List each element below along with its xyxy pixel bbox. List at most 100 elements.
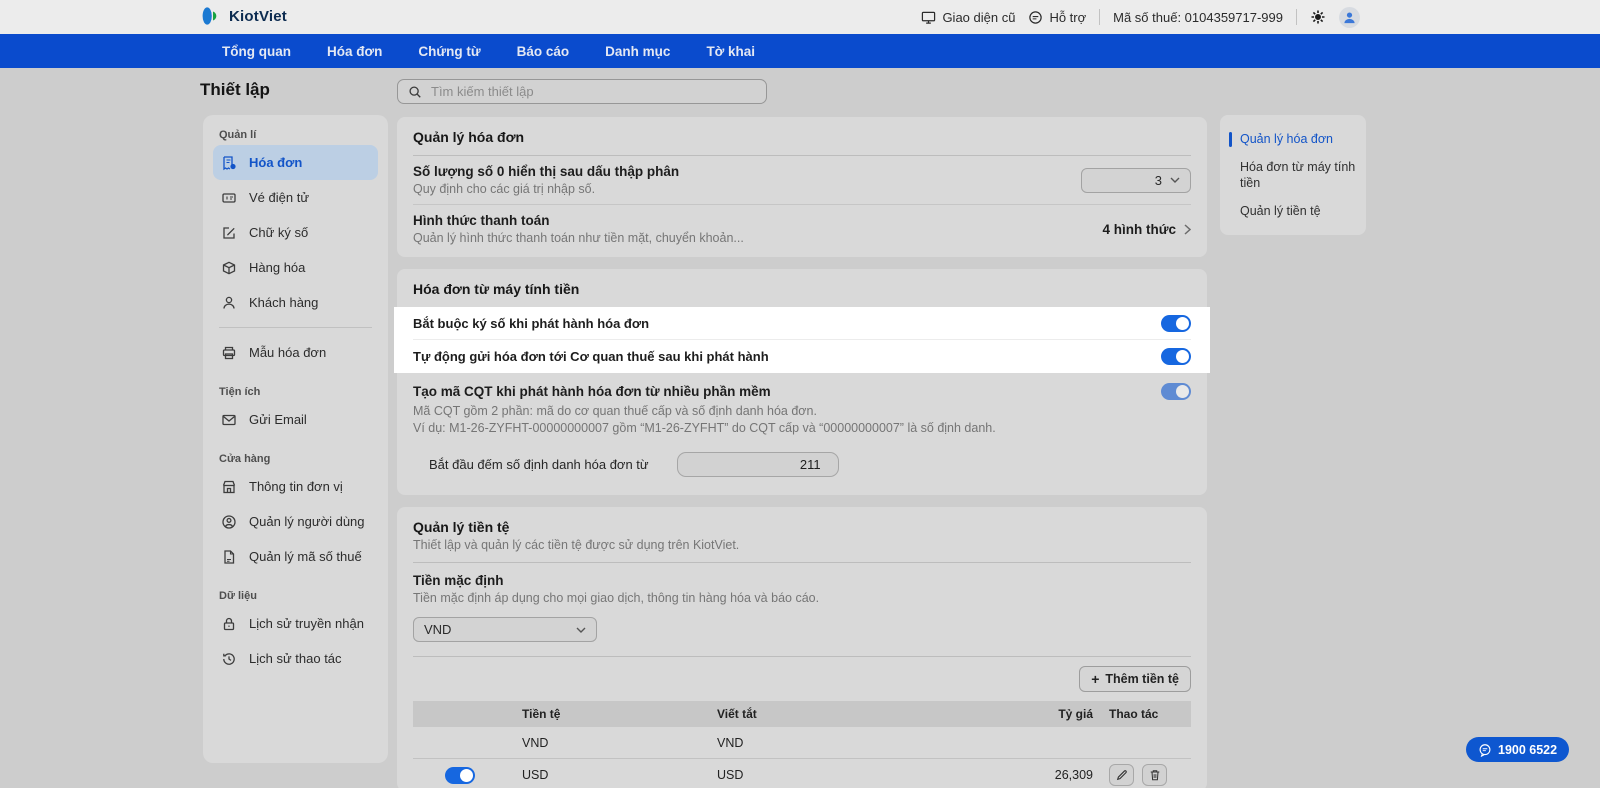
nav-tong-quan[interactable]: Tổng quan — [222, 44, 291, 59]
sidebar-item-chu-ky-so[interactable]: Chữ ký số — [213, 215, 378, 250]
help-chat-icon — [1028, 10, 1043, 25]
tax-code-label: Mã số thuế: 0104359717-999 — [1113, 10, 1283, 25]
main-navbar: Tổng quan Hóa đơn Chứng từ Báo cáo Danh … — [0, 34, 1600, 68]
sidebar-item-gui-email[interactable]: Gửi Email — [213, 402, 378, 437]
section-quan-ly-tien-te: Quản lý tiền tệ Thiết lập và quản lý các… — [397, 507, 1207, 788]
sidebar-item-khach-hang[interactable]: Khách hàng — [213, 285, 378, 320]
email-icon — [221, 412, 237, 428]
divider — [1296, 9, 1297, 25]
sidebar-item-hang-hoa[interactable]: Hàng hóa — [213, 250, 378, 285]
default-currency-desc: Tiền mặc định áp dụng cho mọi giao dịch,… — [413, 591, 1191, 605]
setting-title: Hình thức thanh toán — [413, 213, 744, 228]
sidebar-divider — [219, 327, 372, 328]
highlighted-settings: Bắt buộc ký số khi phát hành hóa đơn Tự … — [394, 307, 1210, 373]
section-hoa-don-may-tinh-tien: Hóa đơn từ máy tính tiền Bắt buộc ký số … — [397, 269, 1207, 495]
user-avatar[interactable] — [1339, 7, 1360, 28]
default-currency-select[interactable]: VND — [413, 617, 597, 642]
lock-icon — [221, 616, 237, 632]
help-link[interactable]: Hỗ trợ — [1028, 10, 1086, 25]
payment-methods-link[interactable]: 4 hình thức — [1102, 222, 1191, 237]
sidebar-item-label: Chữ ký số — [249, 225, 308, 240]
divider — [413, 656, 1191, 657]
user-circle-icon — [221, 514, 237, 530]
customer-icon — [221, 295, 237, 311]
sidebar-item-thong-tin-don-vi[interactable]: Thông tin đơn vị — [213, 469, 378, 504]
hotline-chat-button[interactable]: 1900 6522 — [1466, 737, 1569, 762]
sidebar-item-label: Quản lý mã số thuế — [249, 549, 362, 564]
divider — [1099, 9, 1100, 25]
sidebar-group-du-lieu: Dữ liệu — [213, 590, 378, 602]
search-icon — [408, 85, 422, 99]
sidebar-item-label: Quản lý người dùng — [249, 514, 365, 529]
edit-currency-button[interactable] — [1109, 764, 1134, 786]
signature-icon — [221, 225, 237, 241]
settings-main: Quản lý hóa đơn Số lượng số 0 hiển thị s… — [397, 117, 1207, 788]
plus-icon: + — [1091, 672, 1099, 686]
setting-desc: Quy định cho các giá trị nhập số. — [413, 182, 679, 196]
toggle-usd-enabled[interactable] — [445, 767, 475, 784]
store-icon — [221, 479, 237, 495]
trash-icon — [1149, 769, 1161, 781]
kiotviet-logo[interactable]: KiotViet — [200, 5, 287, 27]
section-quan-ly-hoa-don: Quản lý hóa đơn Số lượng số 0 hiển thị s… — [397, 117, 1207, 257]
invoice-icon — [221, 155, 237, 171]
sidebar-item-mau-hoa-don[interactable]: Mẫu hóa đơn — [213, 335, 378, 370]
col-thao-tac: Thao tác — [1093, 707, 1191, 721]
chevron-right-icon — [1184, 224, 1191, 235]
setting-title: Tự động gửi hóa đơn tới Cơ quan thuế sau… — [413, 349, 769, 364]
nav-danh-muc[interactable]: Danh mục — [605, 44, 670, 59]
sidebar-item-ve-dien-tu[interactable]: Vé điện tử — [213, 180, 378, 215]
nav-hoa-don[interactable]: Hóa đơn — [327, 44, 382, 59]
table-row-usd: USD USD 26,309 — [413, 759, 1191, 788]
kiotviet-logo-icon — [200, 5, 222, 27]
col-tien-te: Tiền tệ — [508, 707, 703, 721]
settings-gear-icon[interactable] — [1310, 9, 1326, 25]
nav-to-khai[interactable]: Tờ khai — [706, 44, 755, 59]
sidebar-item-quan-ly-ma-so-thue[interactable]: Quản lý mã số thuế — [213, 539, 378, 574]
decimal-zeros-select[interactable]: 3 — [1081, 168, 1191, 193]
nav-chung-tu[interactable]: Chứng từ — [418, 44, 480, 59]
currency-table: Tiền tệ Viết tắt Tỷ giá Thao tác VND VND… — [413, 701, 1191, 788]
anchor-quan-ly-tien-te[interactable]: Quản lý tiền tệ — [1220, 197, 1366, 225]
ticket-icon — [221, 190, 237, 206]
printer-icon — [221, 345, 237, 361]
sidebar-item-label: Lịch sử thao tác — [249, 651, 342, 666]
section-title: Quản lý hóa đơn — [413, 117, 1191, 155]
sidebar-item-quan-ly-nguoi-dung[interactable]: Quản lý người dùng — [213, 504, 378, 539]
toggle-auto-send-tax-authority[interactable] — [1161, 348, 1191, 365]
settings-search[interactable] — [397, 79, 767, 104]
toggle-require-digital-signature[interactable] — [1161, 315, 1191, 332]
old-interface-link[interactable]: Giao diện cũ — [921, 10, 1015, 25]
setting-title: Số lượng số 0 hiển thị sau dấu thập phân — [413, 164, 679, 179]
add-currency-button[interactable]: + Thêm tiền tệ — [1079, 666, 1191, 692]
chevron-down-icon — [576, 627, 586, 633]
section-subtitle: Thiết lập và quản lý các tiền tệ được sử… — [413, 538, 1191, 562]
sidebar-group-quan-li: Quản lí — [213, 129, 378, 141]
nav-bao-cao[interactable]: Báo cáo — [517, 44, 570, 59]
settings-sidebar: Quản lí Hóa đơn Vé điện tử Chữ ký số — [203, 115, 388, 763]
search-input[interactable] — [431, 84, 756, 99]
topbar: KiotViet Giao diện cũ Hỗ trợ Mã số thuế:… — [0, 0, 1600, 34]
anchor-quan-ly-hoa-don[interactable]: Quản lý hóa đơn — [1220, 125, 1366, 153]
monitor-icon — [921, 10, 936, 25]
invoice-counter-input[interactable] — [677, 452, 839, 477]
section-anchor-nav: Quản lý hóa đơn Hóa đơn từ máy tính tiền… — [1220, 115, 1366, 235]
sidebar-group-tien-ich: Tiện ích — [213, 386, 378, 398]
chevron-down-icon — [1170, 177, 1180, 183]
sidebar-group-cua-hang: Cửa hàng — [213, 453, 378, 465]
col-viet-tat: Viết tắt — [703, 707, 983, 721]
delete-currency-button[interactable] — [1142, 764, 1167, 786]
setting-desc: Ví dụ: M1-26-ZYFHT-00000000007 gồm “M1-2… — [413, 420, 1191, 437]
sidebar-item-lich-su-thao-tac[interactable]: Lịch sử thao tác — [213, 641, 378, 676]
setting-title: Bắt buộc ký số khi phát hành hóa đơn — [413, 316, 649, 331]
default-currency-title: Tiền mặc định — [413, 573, 1191, 588]
col-ty-gia: Tỷ giá — [983, 707, 1093, 721]
brand-name: KiotViet — [229, 8, 287, 25]
sidebar-item-lich-su-truyen-nhan[interactable]: Lịch sử truyền nhận — [213, 606, 378, 641]
sidebar-item-label: Mẫu hóa đơn — [249, 345, 326, 360]
toggle-create-cqt-code[interactable] — [1161, 383, 1191, 400]
anchor-hoa-don-may-tinh-tien[interactable]: Hóa đơn từ máy tính tiền — [1220, 153, 1366, 197]
sidebar-item-label: Vé điện tử — [249, 190, 309, 205]
sidebar-item-hoa-don[interactable]: Hóa đơn — [213, 145, 378, 180]
chat-bubble-icon — [1478, 743, 1492, 757]
